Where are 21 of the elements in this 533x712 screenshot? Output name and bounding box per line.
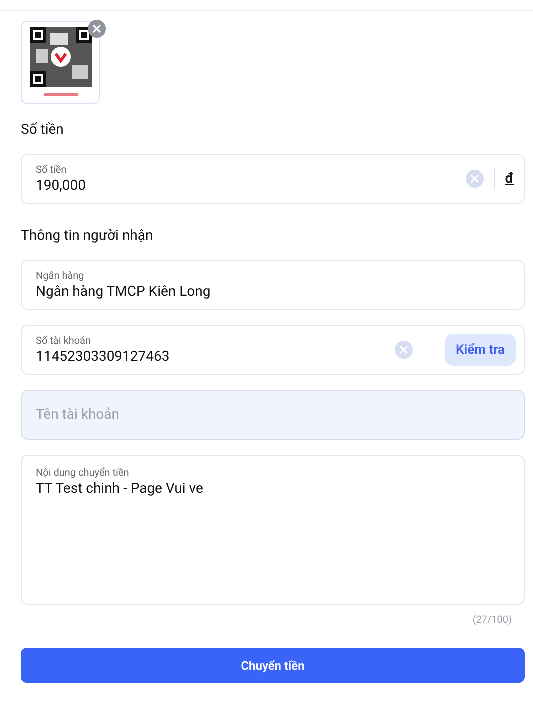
currency-symbol: đ <box>505 171 515 187</box>
amount-field[interactable]: Số tiền 190,000 đ <box>21 154 525 204</box>
field-value: 11452303309127463 <box>36 348 171 364</box>
check-button[interactable]: Kiểm tra <box>445 334 516 366</box>
field-label: Ngân hàng <box>36 270 86 282</box>
clear-icon[interactable] <box>395 341 414 359</box>
message-field[interactable]: Nội dung chuyển tiền TT Test chinh - Page Vui ve <box>21 455 525 605</box>
field-label: Số tiền <box>36 164 68 176</box>
close-icon[interactable] <box>88 20 106 38</box>
transfer-button[interactable]: Chuyển tiền <box>21 648 525 683</box>
field-value: 190,000 <box>36 178 87 194</box>
clear-icon[interactable] <box>466 170 484 188</box>
field-label: Nội dung chuyển tiền <box>36 468 130 479</box>
field-value: TT Test chinh - Page Vui ve <box>36 481 204 497</box>
character-counter: (27/100) <box>472 615 512 626</box>
section-title: Thông tin người nhận <box>21 228 154 244</box>
section-title: Số tiền <box>21 122 65 138</box>
bank-field[interactable]: Ngân hàng Ngân hàng TMCP Kiên Long <box>21 260 525 310</box>
field-label: Số tài khoản <box>36 336 92 346</box>
field-value: Ngân hàng TMCP Kiên Long <box>36 284 212 300</box>
account-number-field[interactable]: Số tài khoản 11452303309127463 Kiểm tra <box>21 325 525 375</box>
